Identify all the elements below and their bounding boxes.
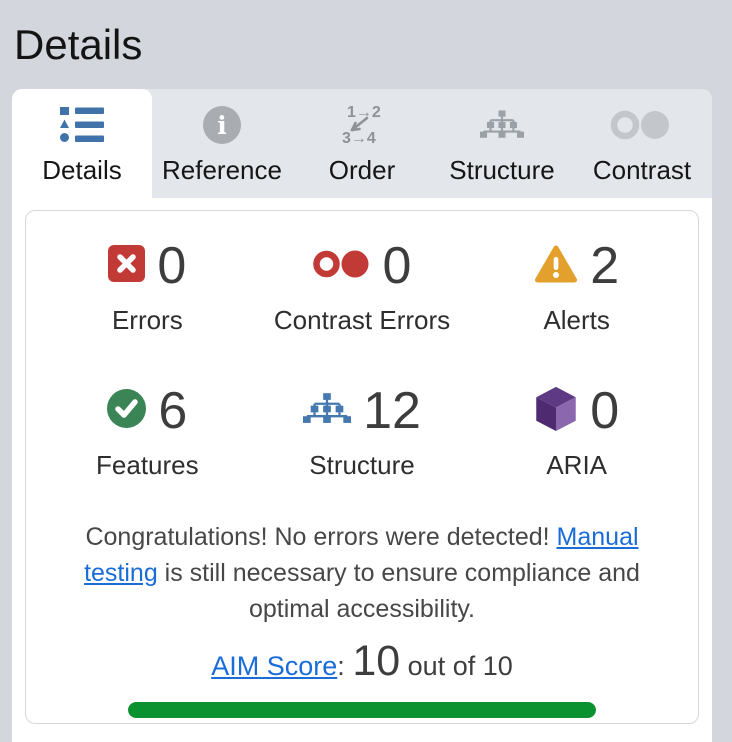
tab-label: Order	[328, 155, 396, 185]
svg-text:i: i	[217, 111, 227, 140]
tab-label: Reference	[162, 155, 282, 185]
aria-icon	[534, 385, 578, 437]
aim-score-value: 10	[352, 637, 401, 685]
stat-value: 0	[382, 237, 412, 295]
aim-score-line: AIM Score: 10 out of 10	[40, 637, 684, 690]
stat-label: Alerts	[543, 305, 610, 335]
tab-label: Contrast	[592, 155, 692, 185]
sitemap-icon	[480, 99, 524, 151]
tab-label: Structure	[449, 155, 555, 185]
stat-label: Errors	[111, 305, 183, 335]
stat-value: 12	[363, 382, 421, 440]
stat-contrast-errors: 0 Contrast Errors	[255, 237, 470, 336]
stat-value: 6	[158, 382, 188, 440]
info-icon: i	[202, 99, 242, 151]
stats-row-2: 6 Features 12 Structure 0 ARIA	[40, 382, 684, 481]
stat-errors: 0 Errors	[40, 237, 255, 336]
summary-card: 0 Errors 0 Contrast Errors 2 Alerts 6 Fe…	[25, 210, 699, 724]
stat-features: 6 Features	[40, 382, 255, 481]
feature-icon	[107, 389, 147, 433]
error-icon	[108, 245, 146, 287]
stat-alerts-top: 2	[534, 237, 619, 295]
tab-order[interactable]: 1→2 3→4 Order	[292, 89, 432, 198]
stat-label: ARIA	[546, 450, 608, 480]
tab-contrast[interactable]: Contrast	[572, 89, 712, 198]
stat-aria: 0 ARIA	[469, 382, 684, 481]
stat-label: Features	[96, 450, 199, 480]
svg-text:3→4: 3→4	[342, 130, 376, 147]
stat-errors-top: 0	[108, 237, 186, 295]
stat-structure-top: 12	[303, 382, 421, 440]
stat-label: Contrast Errors	[273, 305, 451, 335]
tab-structure[interactable]: Structure	[432, 89, 572, 198]
tab-reference[interactable]: i Reference	[152, 89, 292, 198]
stat-structure: 12 Structure	[255, 382, 470, 481]
contrast-icon	[610, 99, 674, 151]
tab-details[interactable]: Details	[12, 89, 152, 198]
details-tab-panel: 0 Errors 0 Contrast Errors 2 Alerts 6 Fe…	[12, 198, 712, 742]
stat-contrast-errors-top: 0	[312, 237, 412, 295]
stat-value: 2	[590, 237, 620, 295]
page-title: Details	[14, 20, 143, 68]
message-text-after: is still necessary to ensure compliance …	[157, 559, 640, 623]
message-text-before: Congratulations! No errors were detected…	[85, 523, 557, 551]
sidebar-header: Details	[0, 0, 732, 89]
structure-icon	[303, 392, 352, 430]
tab-bar: Details i Reference 1→2 3→4 Order Struct…	[12, 89, 712, 198]
aim-progress-fill	[128, 702, 596, 718]
svg-text:1→2: 1→2	[347, 104, 381, 121]
aim-score-link[interactable]: AIM Score	[211, 651, 337, 681]
stat-value: 0	[157, 237, 187, 295]
stat-features-top: 6	[107, 382, 187, 440]
order-icon: 1→2 3→4	[338, 99, 386, 151]
stat-label: Structure	[309, 450, 415, 480]
summary-message: Congratulations! No errors were detected…	[56, 519, 668, 627]
tab-label: Details	[42, 155, 122, 185]
stat-alerts: 2 Alerts	[469, 237, 684, 336]
aim-separator: :	[337, 651, 353, 681]
aim-progress-bar	[128, 702, 596, 718]
stats-row-1: 0 Errors 0 Contrast Errors 2 Alerts	[40, 237, 684, 336]
aim-score-suffix: out of 10	[400, 651, 513, 681]
alert-icon	[534, 244, 578, 289]
list-icon	[60, 99, 104, 151]
contrast-error-icon	[312, 249, 371, 284]
stat-value: 0	[590, 382, 620, 440]
stat-aria-top: 0	[534, 382, 619, 440]
